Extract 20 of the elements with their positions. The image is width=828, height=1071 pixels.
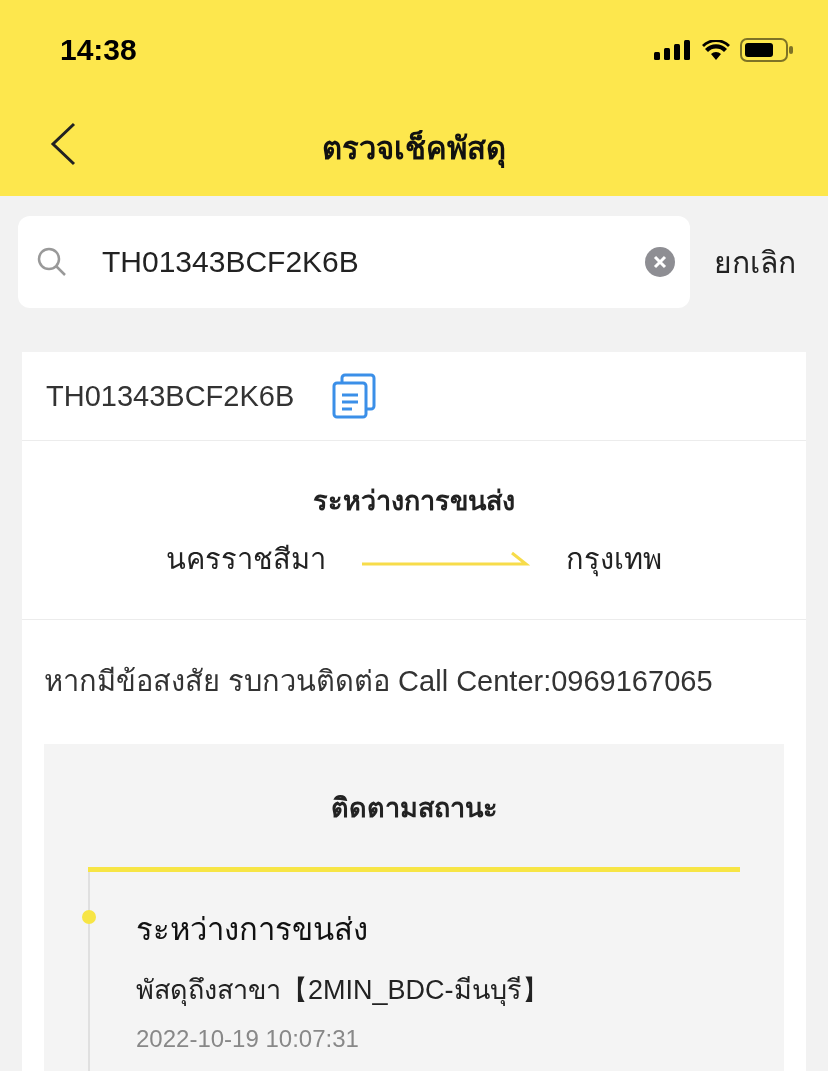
battery-icon <box>740 38 794 62</box>
status-time: 14:38 <box>60 33 137 67</box>
clear-icon[interactable] <box>644 246 676 278</box>
destination-city: กรุงเทพ <box>566 541 662 579</box>
event-status: ระหว่างการขนส่ง <box>136 911 369 949</box>
search-icon <box>36 246 68 278</box>
contact-text: หากมีข้อสงสัย รบกวนติดต่อ Call Center:0969167065 <box>43 664 714 699</box>
shipment-status: ระหว่างการขนส่ง <box>313 484 515 518</box>
page-title: ตรวจเช็คพัสดุ <box>322 129 506 170</box>
signal-icon <box>654 40 692 60</box>
back-icon[interactable] <box>50 122 76 166</box>
search-field[interactable]: TH01343BCF2K6B <box>18 216 690 308</box>
cancel-link[interactable]: ยกเลิก <box>714 238 796 286</box>
event-time: 2022-10-19 10:07:31 <box>136 1025 360 1053</box>
copy-icon[interactable] <box>332 373 377 419</box>
panel-title: ติดตามสถานะ <box>330 792 498 825</box>
wifi-icon <box>702 40 730 60</box>
origin-city: นครราชสีมา <box>166 541 326 577</box>
tracking-number: TH01343BCF2K6B <box>46 379 295 413</box>
event-detail: พัสดุถึงสาขา【2MIN_BDC-มีนบุรี】 <box>136 974 550 1008</box>
